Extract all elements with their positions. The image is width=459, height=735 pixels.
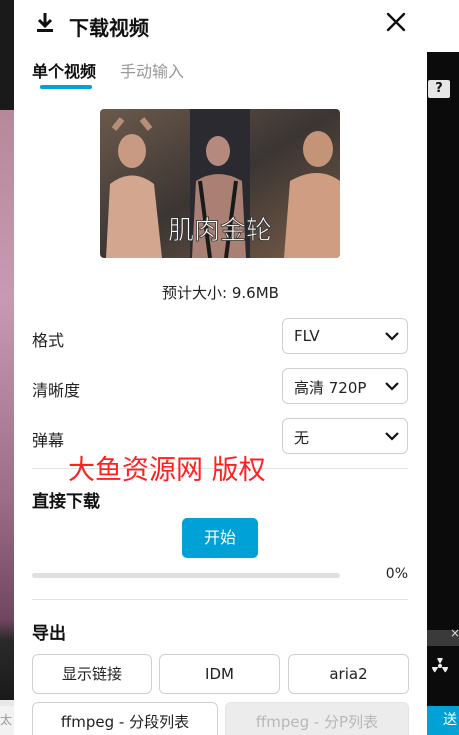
quality-value: 高清 720P (294, 379, 367, 397)
quality-label: 清晰度 (32, 381, 81, 400)
danmaku-select[interactable]: 无 (282, 418, 408, 454)
quality-select[interactable]: 高清 720P (282, 368, 408, 404)
chevron-down-icon (385, 382, 399, 391)
radiation-icon[interactable] (430, 656, 450, 676)
progress-percent: 0% (385, 566, 408, 582)
background-video-right (427, 0, 459, 735)
dialog-header: 下载视频 (14, 0, 427, 50)
background-close-icon[interactable]: × (450, 626, 459, 640)
download-video-dialog: 下载视频 单个视频 手动输入 肌肉金轮 预计大小: 9.6MB 格式 FLV 清… (14, 0, 427, 735)
divider (32, 599, 408, 600)
send-button[interactable]: 送 (424, 706, 459, 735)
close-icon[interactable] (382, 8, 410, 36)
thumbnail-caption: 肌肉金轮 (168, 216, 272, 246)
ffmpeg-part-list-button[interactable]: ffmpeg - 分P列表 (225, 702, 409, 735)
chevron-down-icon (385, 332, 399, 341)
format-select[interactable]: FLV (282, 318, 408, 354)
background-comment-input[interactable]: 太 (0, 706, 14, 735)
direct-download-title: 直接下载 (32, 492, 100, 512)
export-title: 导出 (32, 624, 66, 644)
danmaku-value: 无 (294, 429, 310, 447)
active-tab-indicator (40, 85, 92, 89)
help-badge[interactable]: ? (428, 80, 450, 98)
chevron-down-icon (385, 432, 399, 441)
tab-single-video[interactable]: 单个视频 (32, 58, 96, 82)
background-header-strip (427, 0, 459, 52)
estimated-size: 预计大小: 9.6MB (162, 284, 279, 302)
ffmpeg-segment-list-button[interactable]: ffmpeg - 分段列表 (32, 702, 218, 735)
aria2-button[interactable]: aria2 (288, 654, 409, 694)
download-icon (37, 13, 53, 32)
background-video-left (0, 0, 14, 735)
tab-manual-input[interactable]: 手动输入 (120, 58, 184, 82)
watermark-text: 大鱼资源网 版权 (68, 455, 266, 486)
format-value: FLV (294, 327, 320, 345)
start-button[interactable]: 开始 (182, 518, 258, 558)
video-thumbnail: 肌肉金轮 (100, 109, 340, 258)
show-links-button[interactable]: 显示链接 (32, 654, 152, 694)
danmaku-label: 弹幕 (32, 431, 65, 450)
dialog-title: 下载视频 (69, 16, 149, 40)
idm-button[interactable]: IDM (159, 654, 280, 694)
format-label: 格式 (32, 331, 65, 350)
download-progress-bar (32, 573, 340, 578)
